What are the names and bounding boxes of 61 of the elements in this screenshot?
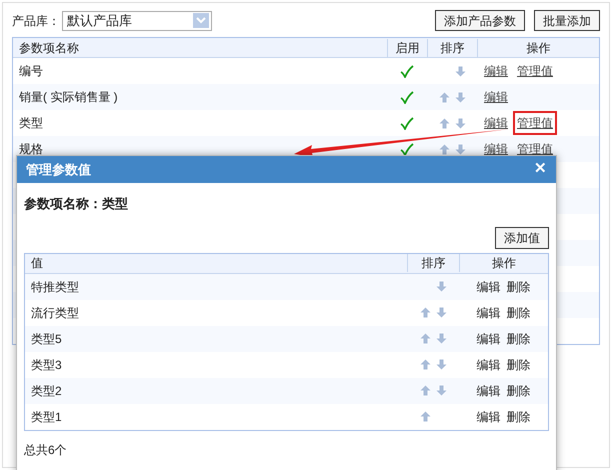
action-link[interactable]: 删除: [506, 356, 530, 374]
action-link[interactable]: 编辑: [476, 278, 500, 296]
action-link[interactable]: 编辑: [476, 382, 500, 400]
action-link[interactable]: 管理值: [513, 111, 557, 135]
up-arrow-icon[interactable]: [438, 144, 450, 154]
action-link[interactable]: 编辑: [476, 330, 500, 348]
table-cell-text: 类型5: [30, 330, 63, 348]
table-cell-text: 编号: [18, 63, 44, 80]
table-cell-text: 特推类型: [30, 278, 80, 296]
up-arrow-icon[interactable]: [438, 92, 450, 102]
column-header: 启用: [387, 38, 427, 56]
column-header: 操作: [477, 38, 599, 56]
action-link[interactable]: 编辑: [476, 408, 500, 426]
down-arrow-icon[interactable]: [454, 118, 466, 128]
action-link[interactable]: 删除: [506, 278, 530, 296]
action-link[interactable]: 编辑: [480, 111, 512, 135]
dialog-title: 管理参数值: [26, 160, 91, 179]
action-link[interactable]: 删除: [506, 330, 530, 348]
down-arrow-icon[interactable]: [436, 385, 446, 396]
down-arrow-icon[interactable]: [454, 66, 466, 76]
column-header: 操作: [459, 254, 548, 272]
down-arrow-icon[interactable]: [436, 307, 446, 318]
action-link[interactable]: 删除: [506, 408, 530, 426]
down-arrow-icon[interactable]: [436, 281, 446, 292]
table-cell-text: 规格: [18, 141, 44, 158]
table-cell-text: 类型: [18, 115, 44, 132]
total-count: 总共6个: [24, 442, 68, 458]
up-arrow-icon[interactable]: [438, 118, 450, 128]
action-link[interactable]: 编辑: [476, 356, 500, 374]
action-link[interactable]: 删除: [506, 304, 530, 322]
action-link[interactable]: 管理值: [513, 59, 557, 83]
column-header: 排序: [427, 38, 477, 56]
toolbar-button[interactable]: 批量添加: [534, 10, 600, 31]
column-header: 参数项名称: [18, 40, 80, 56]
down-arrow-icon[interactable]: [454, 92, 466, 102]
dialog-heading: 参数项名称：类型: [24, 195, 129, 213]
up-arrow-icon[interactable]: [420, 333, 430, 344]
column-header: 值: [30, 255, 44, 272]
table-cell-text: 流行类型: [30, 304, 80, 322]
chevron-down-icon: [193, 13, 209, 28]
add-value-button[interactable]: 添加值: [495, 226, 549, 248]
table-cell-text: 类型2: [30, 382, 63, 400]
close-button[interactable]: ✕: [534, 158, 547, 181]
column-header: 排序: [407, 254, 459, 272]
table-cell-text: 销量( 实际销售量 ): [18, 89, 119, 106]
action-link[interactable]: 删除: [506, 382, 530, 400]
table-cell-text: 类型3: [30, 356, 63, 374]
library-select[interactable]: 默认产品库: [62, 10, 212, 30]
down-arrow-icon[interactable]: [436, 333, 446, 344]
table-cell-text: 类型1: [30, 408, 63, 426]
up-arrow-icon[interactable]: [420, 359, 430, 370]
up-arrow-icon[interactable]: [420, 411, 430, 422]
down-arrow-icon[interactable]: [454, 144, 466, 154]
library-label: 产品库：: [12, 12, 60, 30]
action-link[interactable]: 编辑: [480, 59, 512, 83]
toolbar-button[interactable]: 添加产品参数: [435, 10, 525, 31]
action-link[interactable]: 编辑: [476, 304, 500, 322]
up-arrow-icon[interactable]: [420, 385, 430, 396]
down-arrow-icon[interactable]: [436, 359, 446, 370]
up-arrow-icon[interactable]: [420, 307, 430, 318]
action-link[interactable]: 编辑: [480, 85, 512, 109]
